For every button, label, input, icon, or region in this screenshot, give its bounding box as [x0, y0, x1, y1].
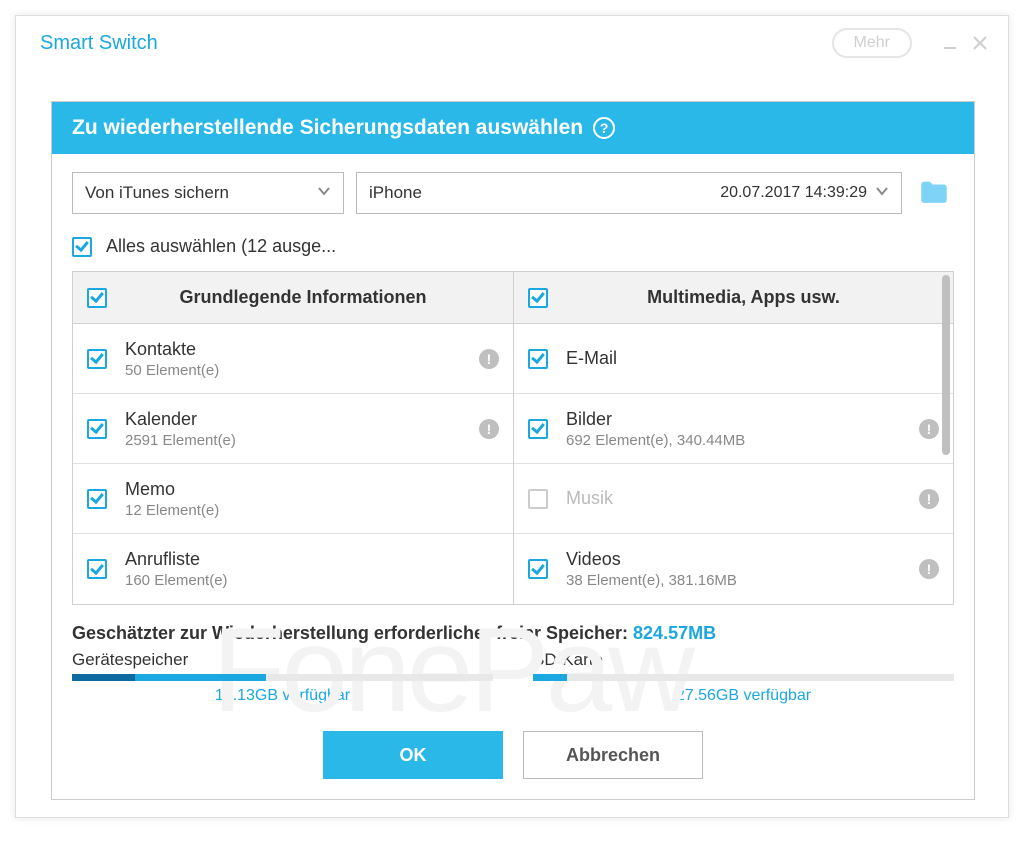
item-title: Anrufliste: [125, 549, 228, 570]
device-storage-label: Gerätespeicher: [72, 650, 493, 670]
device-storage-bar: [72, 674, 493, 681]
list-item[interactable]: E-Mail: [514, 324, 953, 394]
item-title: Kontakte: [125, 339, 219, 360]
sd-available: 27.56GB verfügbar: [533, 687, 954, 705]
sd-storage-bar: [533, 674, 954, 681]
info-icon[interactable]: !: [919, 489, 939, 509]
list-item[interactable]: Kontakte 50 Element(e) !: [73, 324, 513, 394]
item-title: Memo: [125, 479, 219, 500]
scrollbar[interactable]: [942, 275, 950, 455]
item-title: Musik: [566, 488, 613, 509]
column-left-header: Grundlegende Informationen: [107, 287, 499, 308]
minimize-button[interactable]: [940, 33, 960, 53]
item-subtitle: 38 Element(e), 381.16MB: [566, 572, 737, 589]
help-icon[interactable]: ?: [593, 117, 615, 139]
info-icon[interactable]: !: [479, 419, 499, 439]
item-subtitle: 50 Element(e): [125, 362, 219, 379]
select-all-checkbox[interactable]: [72, 237, 92, 257]
app-title: Smart Switch: [40, 32, 158, 55]
column-left-checkbox[interactable]: [87, 288, 107, 308]
item-checkbox[interactable]: [528, 559, 548, 579]
item-title: Videos: [566, 549, 737, 570]
item-subtitle: 692 Element(e), 340.44MB: [566, 432, 745, 449]
chevron-down-icon: [875, 184, 889, 203]
device-name: iPhone: [369, 183, 422, 203]
device-available: 16.13GB verfügbar: [72, 687, 493, 705]
close-button[interactable]: [970, 33, 990, 53]
item-title: Bilder: [566, 409, 745, 430]
info-icon[interactable]: !: [479, 349, 499, 369]
column-right-header: Multimedia, Apps usw.: [548, 287, 939, 308]
cancel-button[interactable]: Abbrechen: [523, 731, 703, 779]
chevron-down-icon: [317, 183, 331, 203]
data-grid: Grundlegende Informationen Kontakte 50 E…: [72, 271, 954, 605]
device-dropdown[interactable]: iPhone 20.07.2017 14:39:29: [356, 172, 902, 214]
select-all-label: Alles auswählen (12 ausge...: [106, 236, 336, 257]
backup-timestamp: 20.07.2017 14:39:29: [720, 184, 867, 202]
estimate-line: Geschätzter zur Wiederherstellung erford…: [72, 623, 954, 644]
item-subtitle: 2591 Element(e): [125, 432, 236, 449]
item-checkbox[interactable]: [87, 419, 107, 439]
dialog-header: Zu wiederherstellende Sicherungsdaten au…: [52, 102, 974, 154]
backup-source-label: Von iTunes sichern: [85, 183, 229, 203]
estimate-label: Geschätzter zur Wiederherstellung erford…: [72, 623, 628, 643]
item-checkbox[interactable]: [87, 489, 107, 509]
item-subtitle: 12 Element(e): [125, 502, 219, 519]
list-item[interactable]: Bilder 692 Element(e), 340.44MB !: [514, 394, 953, 464]
item-checkbox[interactable]: [87, 349, 107, 369]
item-title: Kalender: [125, 409, 236, 430]
item-checkbox: [528, 489, 548, 509]
column-right-checkbox[interactable]: [528, 288, 548, 308]
list-item[interactable]: Kalender 2591 Element(e) !: [73, 394, 513, 464]
item-checkbox[interactable]: [528, 419, 548, 439]
info-icon[interactable]: !: [919, 559, 939, 579]
ok-button[interactable]: OK: [323, 731, 503, 779]
info-icon[interactable]: !: [919, 419, 939, 439]
sd-storage-label: SD-Karte: [533, 650, 954, 670]
folder-icon[interactable]: [914, 173, 954, 213]
item-title: E-Mail: [566, 348, 617, 369]
item-checkbox[interactable]: [528, 349, 548, 369]
item-checkbox[interactable]: [87, 559, 107, 579]
estimate-value: 824.57MB: [633, 623, 716, 643]
dialog-title: Zu wiederherstellende Sicherungsdaten au…: [72, 116, 583, 140]
list-item[interactable]: Videos 38 Element(e), 381.16MB !: [514, 534, 953, 604]
list-item: Musik !: [514, 464, 953, 534]
more-button[interactable]: Mehr: [832, 28, 912, 58]
item-subtitle: 160 Element(e): [125, 572, 228, 589]
list-item[interactable]: Anrufliste 160 Element(e): [73, 534, 513, 604]
list-item[interactable]: Memo 12 Element(e): [73, 464, 513, 534]
backup-source-dropdown[interactable]: Von iTunes sichern: [72, 172, 344, 214]
